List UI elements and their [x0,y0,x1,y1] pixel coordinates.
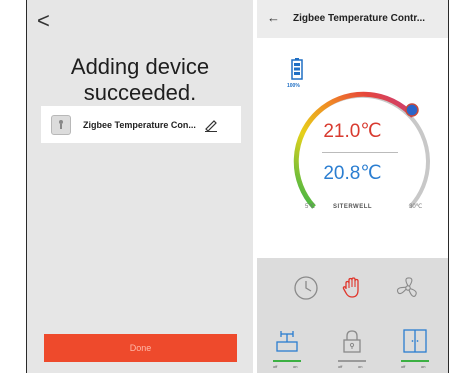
frame-line-right [448,0,449,373]
set-temperature: 21.0℃ [323,121,382,142]
range-min-label: 5℃ [305,204,316,210]
valve-toggle-bar[interactable] [273,360,301,362]
window-off-label: off [401,364,406,369]
header-bar: ← Zigbee Temperature Contr... [257,0,448,38]
lock-on-label: on [358,364,363,369]
window-on-label: on [421,364,426,369]
thermostat-screen: ← Zigbee Temperature Contr... 100% 21.0℃… [257,0,448,373]
add-device-screen: < Adding device succeeded. Zigbee Temper… [27,0,253,373]
valve-icon[interactable] [274,328,300,354]
fan-icon[interactable] [395,275,421,301]
hand-icon[interactable] [339,275,365,301]
brand-label: SITERWELL [333,204,373,210]
back-button[interactable]: < [37,10,50,32]
lock-icon[interactable] [339,328,365,354]
window-toggle-bar[interactable] [401,360,429,362]
header-title: Zigbee Temperature Contr... [293,13,426,24]
device-icon [51,114,71,135]
dial-knob[interactable] [405,103,419,117]
device-name: Zigbee Temperature Con... [83,119,196,130]
current-temperature: 20.8℃ [323,163,382,184]
battery-icon [291,58,303,80]
control-panel: off on off on off on [257,258,448,373]
valve-on-label: on [293,364,298,369]
back-arrow-icon[interactable]: ← [267,10,280,25]
valve-off-label: off [273,364,278,369]
lock-off-label: off [338,364,343,369]
window-icon[interactable] [402,328,428,354]
success-title: Adding device succeeded. [70,54,210,105]
done-button[interactable]: Done [44,334,237,362]
edit-icon[interactable] [204,118,218,132]
temperature-divider [322,152,398,153]
lock-toggle-bar[interactable] [338,360,366,362]
device-card[interactable]: Zigbee Temperature Con... [41,106,241,143]
range-max-label: 30℃ [409,204,423,210]
clock-icon[interactable] [293,275,319,301]
battery-level: 100% [287,83,300,89]
